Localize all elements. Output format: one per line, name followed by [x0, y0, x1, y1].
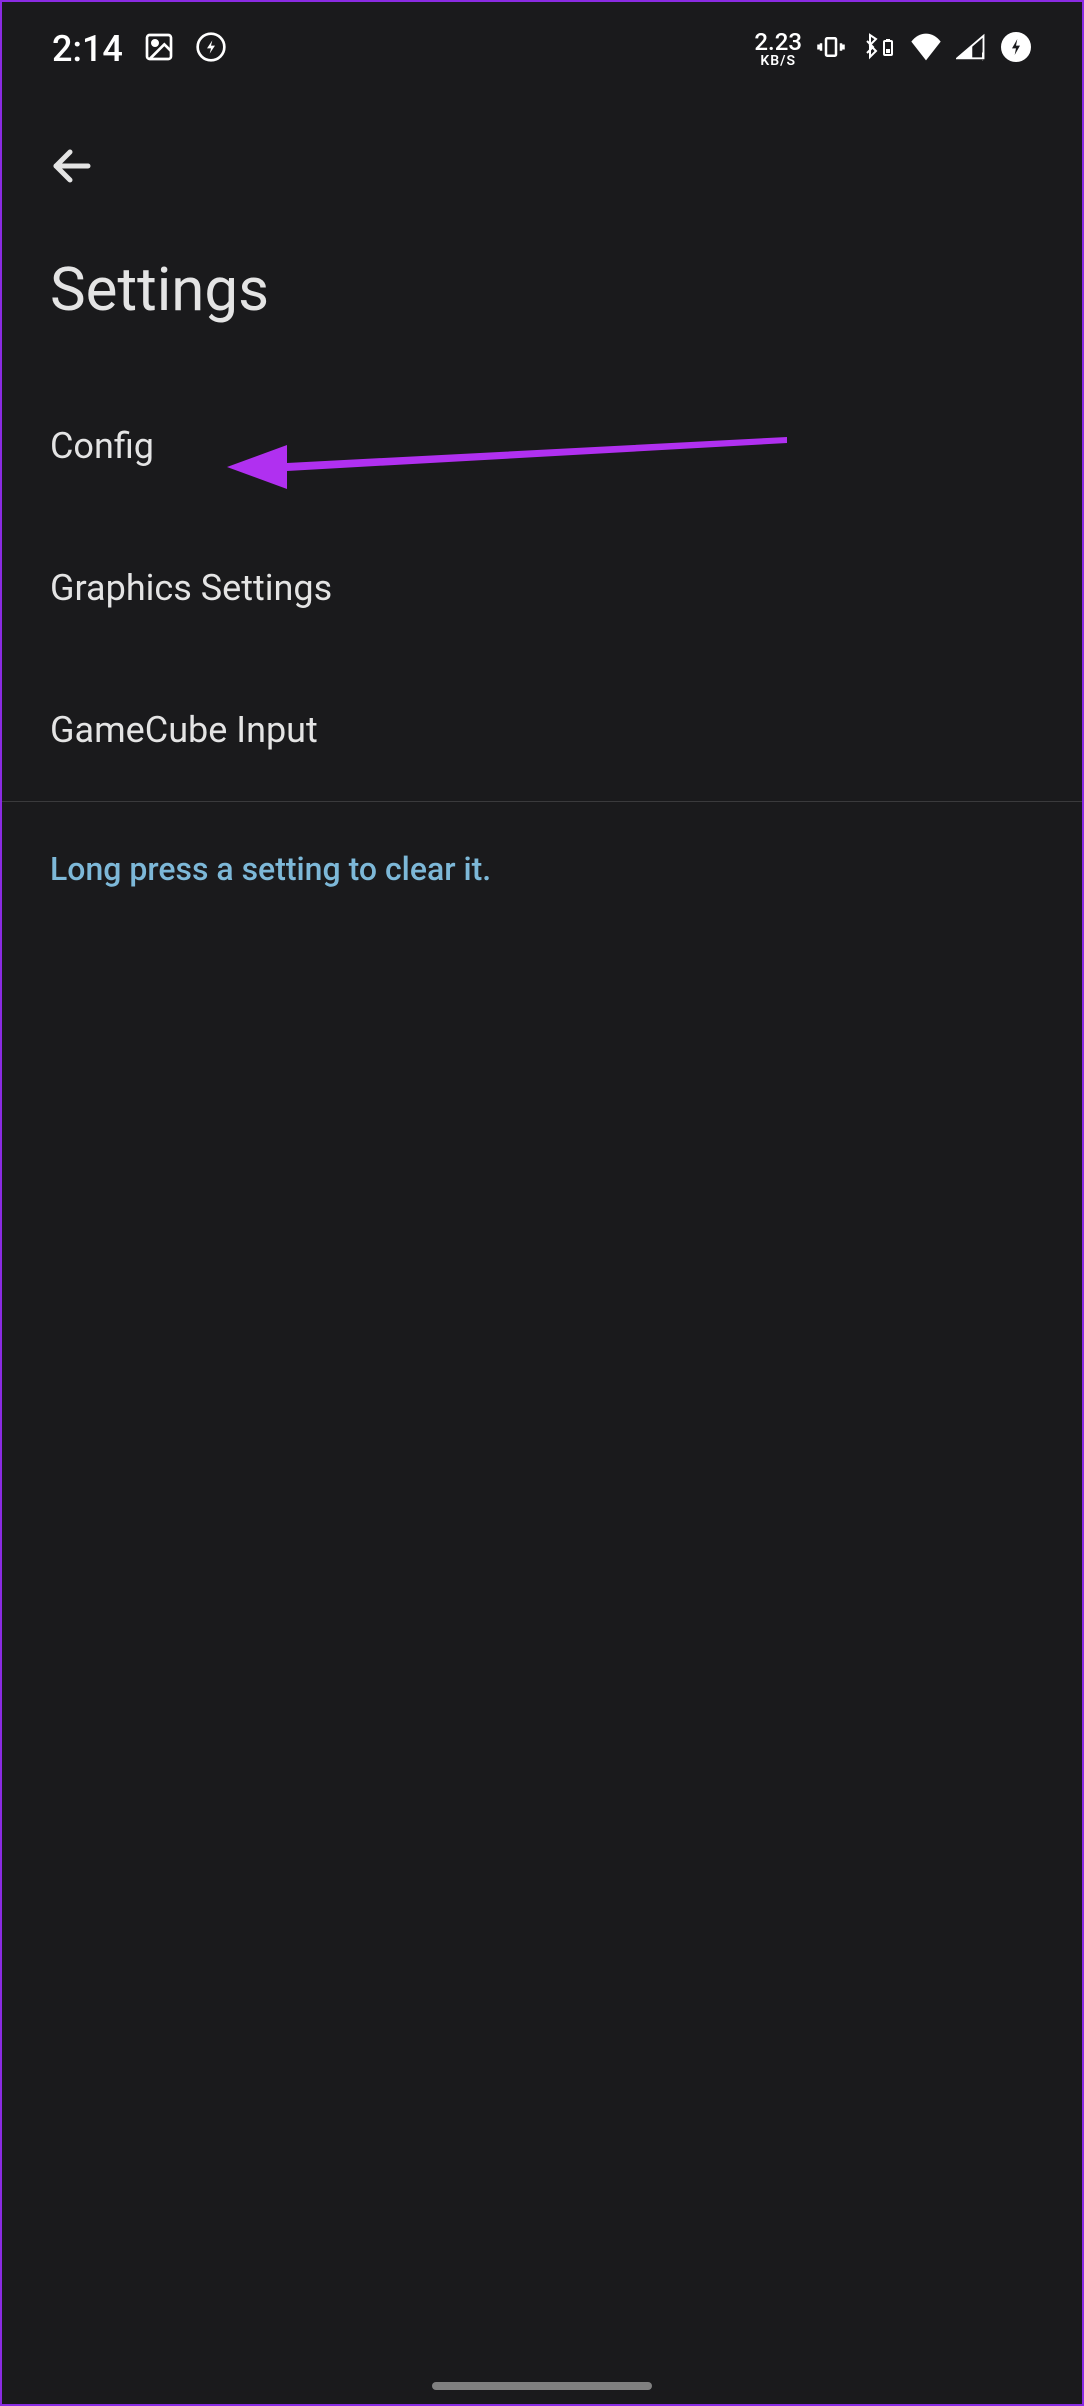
settings-item-label: Graphics Settings: [50, 567, 332, 609]
wifi-icon: [910, 33, 942, 65]
settings-item-graphics[interactable]: Graphics Settings: [2, 517, 1082, 659]
settings-item-gamecube-input[interactable]: GameCube Input: [2, 659, 1082, 801]
status-time: 2:14: [52, 28, 123, 70]
page-title: Settings: [2, 224, 1082, 375]
back-button[interactable]: [2, 82, 1082, 224]
image-icon: [143, 31, 175, 67]
status-bar-left: 2:14: [52, 28, 227, 70]
settings-list: Config Graphics Settings GameCube Input: [2, 375, 1082, 801]
svg-text:!: !: [981, 51, 984, 61]
vibrate-icon: [816, 32, 846, 66]
status-bar-right: 2.23 KB/S !: [754, 30, 1032, 68]
status-kbs-value: 2.23: [754, 30, 802, 54]
flash-circle-icon: [195, 31, 227, 67]
power-circle-icon: [1000, 31, 1032, 67]
status-kbs-label: KB/S: [760, 54, 796, 68]
bluetooth-battery-icon: [860, 32, 896, 66]
arrow-left-icon: [48, 142, 96, 190]
signal-icon: !: [956, 33, 986, 65]
settings-item-label: Config: [50, 425, 154, 467]
nav-bar-handle[interactable]: [432, 2382, 652, 2390]
status-bar: 2:14 2.23 KB/S: [2, 2, 1082, 82]
settings-item-config[interactable]: Config: [2, 375, 1082, 517]
status-kbs: 2.23 KB/S: [754, 30, 802, 68]
settings-item-label: GameCube Input: [50, 709, 318, 751]
hint-text: Long press a setting to clear it.: [2, 802, 1082, 936]
